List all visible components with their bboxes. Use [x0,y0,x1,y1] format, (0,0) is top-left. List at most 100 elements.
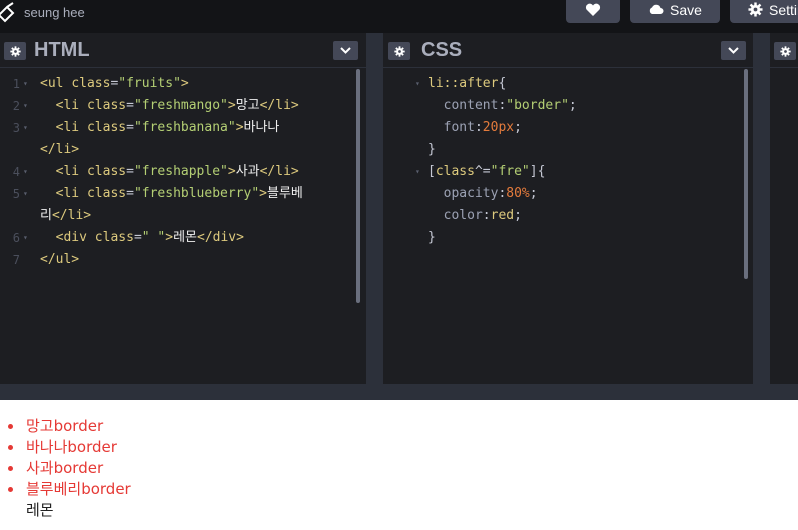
code-line[interactable]: 6 opacity:80%; [383,183,753,205]
fold-arrow-icon[interactable]: ▾ [23,227,28,249]
css-editor-panel: CSS 1▾li::after{2 content:"border";3 fon… [383,33,753,384]
code-token: 20px [482,120,515,135]
css-code-editor[interactable]: 1▾li::after{2 content:"border";3 font:20… [383,73,753,384]
code-text: opacity:80%; [428,183,538,205]
fold-arrow-icon[interactable]: ▾ [415,161,420,183]
code-text: <li class="freshbanana">바나나 [40,117,280,139]
html-settings-button[interactable] [4,42,26,60]
code-line[interactable]: </li> [0,139,366,161]
code-token: </div> [197,230,244,245]
code-token: red [490,208,515,223]
code-token: ^= [474,164,491,179]
code-token: class [86,120,127,135]
code-text: font:20px; [428,117,522,139]
code-token: ; [529,186,538,201]
code-line[interactable]: 4 ▾ <li class="freshapple">사과</li> [0,161,366,183]
html-code-editor[interactable]: 1 ▾ <ul class="fruits"> 2 ▾ <li class="fresh… [0,73,366,384]
js-editor-panel [770,33,798,384]
fold-arrow-icon[interactable]: ▾ [23,73,28,95]
code-line[interactable]: 8} [383,227,753,249]
html-scrollbar[interactable] [356,69,360,303]
css-collapse-button[interactable] [721,41,746,60]
code-token: : [482,208,491,223]
fold-arrow-icon[interactable]: ▾ [23,161,28,183]
username[interactable]: seung hee [24,5,85,20]
save-button[interactable]: Save [630,0,720,23]
code-token: > [165,230,174,245]
code-line[interactable]: 4} [383,139,753,161]
code-token: class [435,164,475,179]
code-token: "freshblueberry" [133,186,260,201]
code-token: ; [514,120,522,135]
resize-handle[interactable] [0,384,798,400]
code-token: 바나나 [243,120,280,135]
code-text: <li class="freshblueberry">블루베 [40,183,303,205]
settings-button[interactable]: Settings [730,0,798,23]
code-token: <ul [40,76,72,91]
line-number: 4 [12,165,20,179]
code-line[interactable]: 3 font:20px; [383,117,753,139]
html-collapse-button[interactable] [333,41,358,60]
code-token: = [133,230,142,245]
heart-icon [585,3,601,16]
code-line[interactable]: 3 ▾ <li class="freshbanana">바나나 [0,117,366,139]
codepen-logo-icon[interactable] [0,1,18,23]
gear-icon [9,45,21,57]
code-token: [ [428,164,436,179]
code-token: font [443,120,475,135]
fold-arrow-icon[interactable]: ▾ [415,73,420,95]
code-token: </li> [40,142,80,157]
code-text: <ul class="fruits"> [40,73,189,95]
code-text: <li class="freshmango">망고</li> [40,95,299,117]
code-line[interactable]: 2 content:"border"; [383,95,753,117]
list-item: 사과border [8,458,131,479]
code-token: > [227,98,236,113]
css-scrollbar[interactable] [744,69,748,279]
code-line[interactable]: 1 ▾ <ul class="fruits"> [0,73,366,95]
code-token: 블루베 [267,186,303,201]
code-token: <div [55,230,95,245]
code-token: : [474,120,483,135]
code-token: 망고 [235,98,260,113]
code-token: </li> [259,98,299,113]
code-text: 리</li> [40,205,91,227]
fold-arrow-icon[interactable]: ▾ [23,95,28,117]
love-button[interactable] [566,0,620,23]
code-token: opacity [443,186,499,201]
code-line[interactable]: 5▾[class^="fre"]{ [383,161,753,183]
fold-arrow-icon[interactable]: ▾ [23,183,28,205]
code-token: "border" [506,98,569,113]
fold-arrow-icon[interactable]: ▾ [23,117,28,139]
code-token: <li [55,98,87,113]
line-number: 2 [12,99,20,113]
code-line[interactable]: 7 color:red; [383,205,753,227]
code-token: </li> [259,164,299,179]
code-line[interactable]: 2 ▾ <li class="freshmango">망고</li> [0,95,366,117]
code-line[interactable]: 7 </ul> [0,249,366,271]
code-token: content [443,98,499,113]
code-token: class [86,98,127,113]
gear-icon [748,2,763,17]
code-line[interactable]: 6 ▾ <div class=" ">레몬</div> [0,227,366,249]
code-token: <li [55,164,87,179]
code-line[interactable]: 1▾li::after{ [383,73,753,95]
code-text: } [428,139,436,161]
code-line[interactable]: 5 ▾ <li class="freshblueberry">블루베 [0,183,366,205]
code-token: class [86,164,127,179]
css-settings-button[interactable] [388,42,410,60]
code-token: </li> [51,208,92,223]
lemon-div: 레몬 [26,501,54,519]
js-settings-button[interactable] [774,42,796,60]
code-token: "fre" [490,164,530,179]
code-line[interactable]: 리</li> [0,205,366,227]
list-item: 블루베리border [8,479,131,500]
code-text: <li class="freshapple">사과</li> [40,161,299,183]
code-token: " " [141,230,166,245]
code-token: color [443,208,483,223]
code-token: = [126,120,134,135]
js-panel-header [770,33,798,68]
